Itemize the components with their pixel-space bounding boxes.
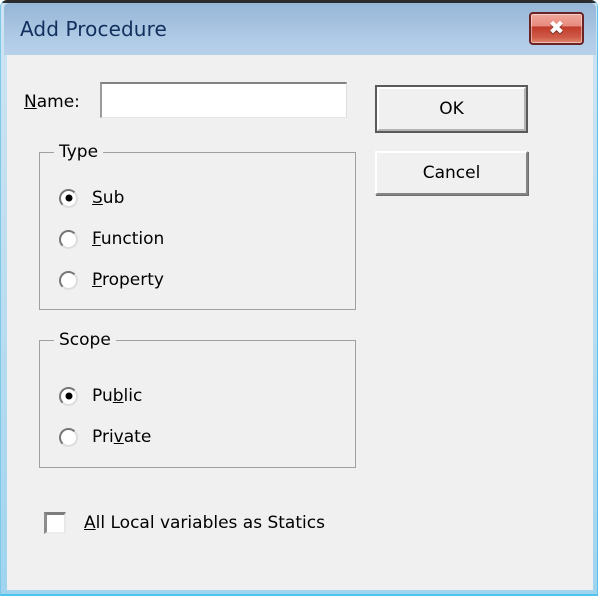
name-label-accel: N [24,92,37,112]
radio-type-sub[interactable]: Sub [59,188,124,208]
radio-scope-private-label: Private [92,427,151,447]
ok-button-face: OK [377,87,526,131]
radio-icon [59,386,78,406]
radio-scope-public[interactable]: Public [59,386,142,406]
radio-type-property-label: Property [92,270,164,290]
window-title: Add Procedure [20,17,167,41]
label-accel: b [112,386,124,406]
close-icon: ✖ [548,17,565,39]
title-bar[interactable]: Add Procedure ✖ [4,3,596,55]
cancel-button-label: Cancel [422,163,481,183]
radio-scope-public-label: Public [92,386,142,406]
label-suffix: lic [123,386,143,406]
label-accel: v [113,427,124,447]
label-suffix: ll Local variables as Statics [95,513,325,533]
ok-button-label: OK [439,99,464,119]
type-groupbox-legend: Type [54,142,104,162]
label-accel: S [92,188,103,208]
name-input[interactable] [100,82,347,118]
radio-type-function-label: Function [92,229,164,249]
radio-scope-private[interactable]: Private [59,427,151,447]
close-button[interactable]: ✖ [529,12,584,45]
label-prefix: Pu [92,386,113,406]
radio-type-sub-label: Sub [92,188,124,208]
label-accel: F [92,229,101,249]
radio-icon [59,427,78,447]
label-accel: P [92,270,102,290]
checkbox-all-local-statics[interactable]: All Local variables as Statics [44,512,325,534]
radio-type-function[interactable]: Function [59,229,164,249]
label-accel: A [84,513,96,533]
name-label-suffix: ame: [36,92,80,112]
radio-type-property[interactable]: Property [59,270,164,290]
dialog-window: Add Procedure ✖ Name: OK Cancel Type Sub… [0,0,598,596]
dialog-client-area [7,55,593,590]
label-suffix: ub [102,188,125,208]
name-label: Name: [24,92,80,112]
cancel-button[interactable]: Cancel [375,151,528,195]
radio-icon [59,270,78,290]
checkbox-icon [44,512,66,534]
label-suffix: unction [100,229,165,249]
radio-icon [59,229,78,249]
label-suffix: roperty [101,270,164,290]
ok-button[interactable]: OK [375,85,528,133]
scope-groupbox-legend: Scope [54,330,116,350]
checkbox-all-local-statics-label: All Local variables as Statics [84,513,325,533]
radio-icon [59,188,78,208]
label-suffix: ate [123,427,152,447]
label-prefix: Pri [92,427,114,447]
